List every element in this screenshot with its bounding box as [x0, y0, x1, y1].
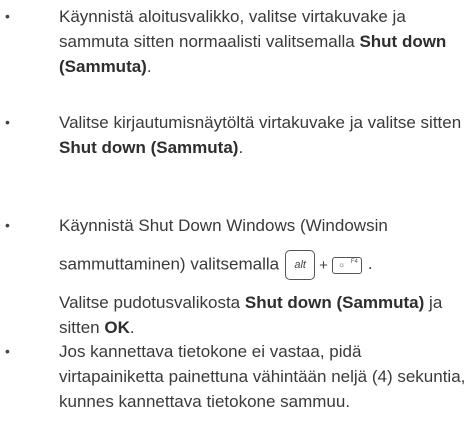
text-part: . — [367, 254, 373, 274]
bold-text: Shut down (Sammuta) — [59, 138, 239, 157]
bullet: • — [5, 343, 10, 359]
item-text: Käynnistä aloitusvalikko, valitse virtak… — [59, 4, 467, 79]
bullet: • — [5, 217, 10, 233]
f4-label: F4 — [350, 258, 358, 265]
text-part: . — [146, 57, 152, 76]
item-text: Käynnistä Shut Down Windows (Windowsin s… — [59, 213, 467, 340]
bullet: • — [5, 114, 10, 130]
brightness-icon: ☼ — [337, 259, 346, 269]
bullet: • — [5, 8, 10, 24]
text-part: Käynnistä aloitusvalikko, valitse virtak… — [59, 7, 406, 51]
text-part: Valitse pudotusvalikosta — [59, 293, 245, 312]
item-text: Jos kannettava tietokone ei vastaa, pidä… — [59, 342, 466, 411]
text-line: sammuttaminen) valitsemalla alt + ☼ F4. — [59, 250, 467, 280]
bold-text: Shut down (Sammuta) — [244, 293, 425, 312]
text-part: Valitse kirjautumisnäytöltä virtakuvake … — [59, 113, 462, 132]
text-part: sammuttaminen) valitsemalla — [59, 254, 280, 274]
key-combination: alt + ☼ F4 — [285, 250, 362, 280]
text-line: Käynnistä Shut Down Windows (Windowsin — [59, 216, 388, 235]
bold-text: OK — [104, 318, 130, 337]
f4-key-icon: ☼ F4 — [331, 256, 362, 274]
text-part: . — [129, 318, 135, 337]
alt-key-icon: alt — [285, 250, 316, 280]
item-text: Valitse kirjautumisnäytöltä virtakuvake … — [59, 110, 467, 160]
text-part: . — [238, 138, 244, 157]
plus-sign: + — [319, 256, 328, 274]
text-line: Valitse pudotusvalikosta Shut down (Samm… — [59, 290, 467, 340]
